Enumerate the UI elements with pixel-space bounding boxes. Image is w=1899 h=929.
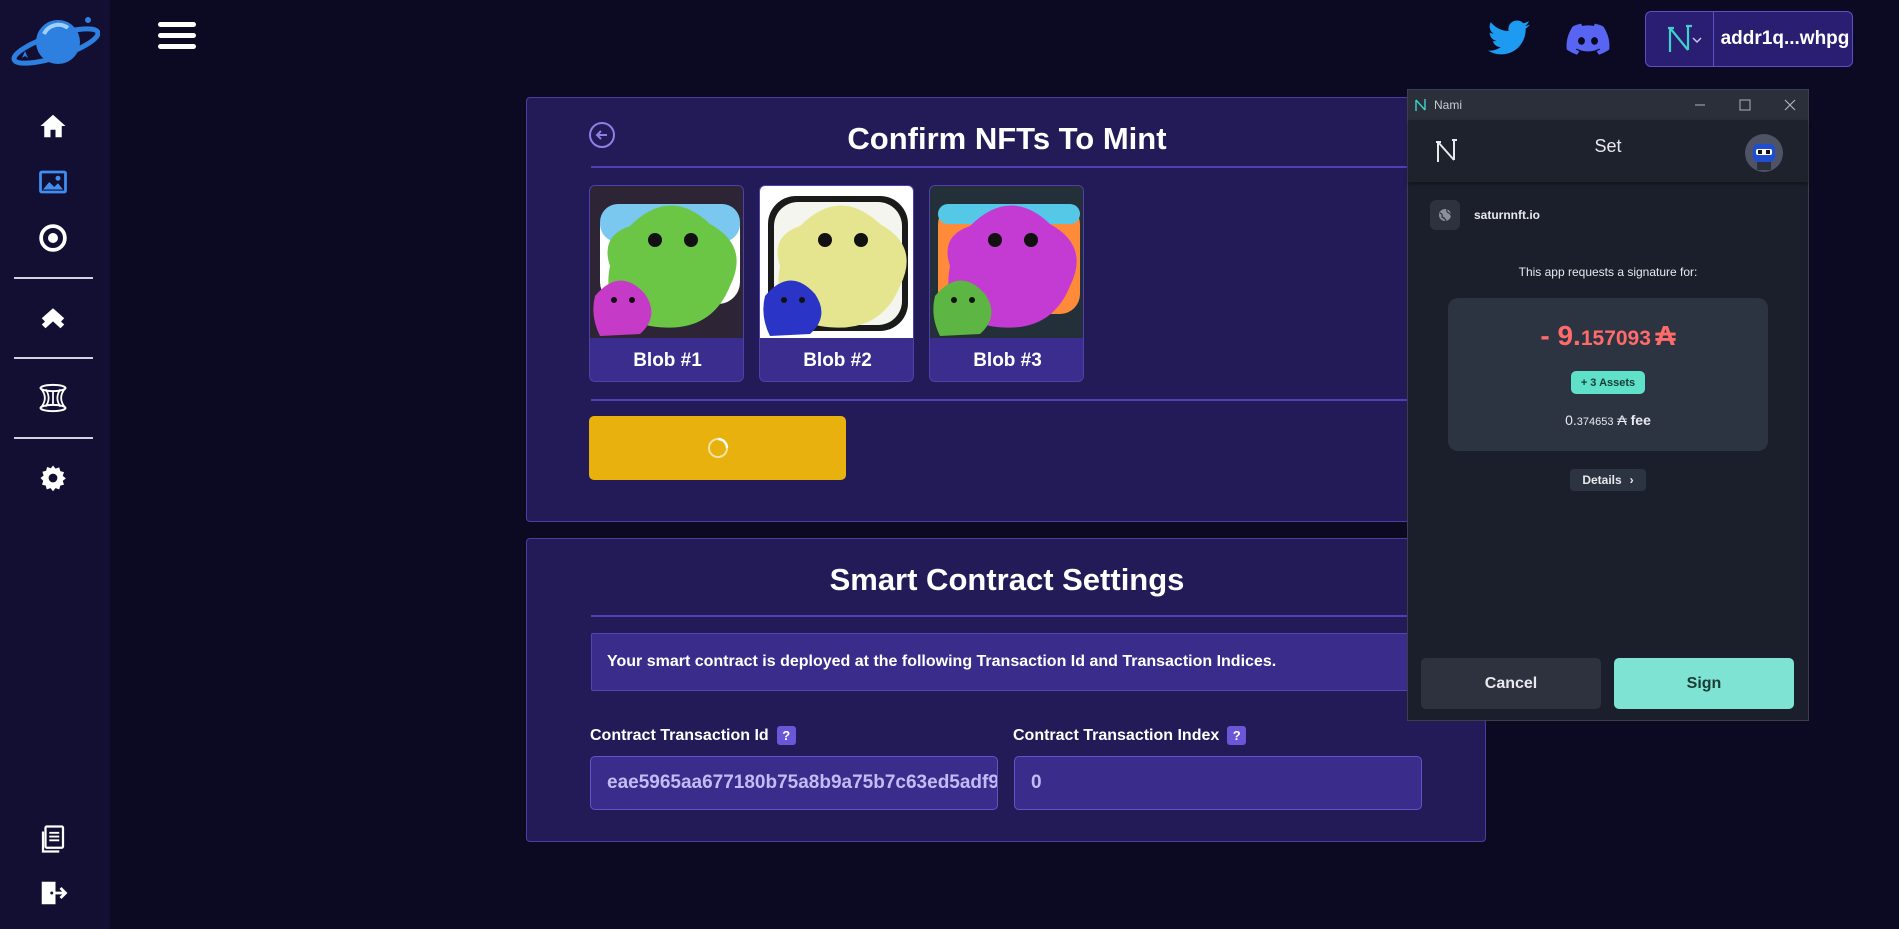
sign-button[interactable]: Sign <box>1614 658 1794 709</box>
wallet-connect-button[interactable]: addr1q...whpg <box>1645 11 1853 67</box>
help-icon[interactable]: ? <box>1227 726 1247 745</box>
requesting-site: saturnnft.io <box>1430 200 1540 230</box>
help-icon[interactable]: ? <box>776 726 796 745</box>
amount-decimals: 157093 <box>1580 327 1651 350</box>
minimize-icon[interactable] <box>1691 96 1709 114</box>
nami-icon <box>1415 99 1426 111</box>
contract-info-text: Your smart contract is deployed at the f… <box>607 653 1277 670</box>
double-chevron-up-icon[interactable] <box>36 300 70 334</box>
site-name: saturnnft.io <box>1474 208 1540 222</box>
contract-info-banner: Your smart contract is deployed at the f… <box>591 633 1487 691</box>
menu-icon[interactable] <box>158 22 196 54</box>
gear-icon[interactable] <box>36 461 70 495</box>
chevron-right-icon: › <box>1629 473 1634 487</box>
globe-icon <box>1430 200 1460 230</box>
twitter-icon[interactable] <box>1484 16 1534 62</box>
cancel-button[interactable]: Cancel <box>1421 658 1601 709</box>
details-label: Details <box>1582 473 1622 487</box>
smart-contract-panel: Smart Contract Settings Your smart contr… <box>526 538 1487 842</box>
tx-index-input[interactable] <box>1014 756 1422 810</box>
window-title: Nami <box>1434 98 1463 112</box>
sidebar <box>0 0 110 929</box>
nami-header: Set <box>1408 120 1808 182</box>
tx-index-label-text: Contract Transaction Index <box>1013 726 1220 744</box>
amount-integer: - 9. <box>1540 320 1581 351</box>
confirm-nfts-panel: Confirm NFTs To Mint Blob #1 Blob #2 Blo… <box>526 97 1487 522</box>
nft-label: Blob #2 <box>803 349 872 371</box>
title-divider <box>591 615 1487 617</box>
section-title: Smart Contract Settings <box>829 562 1185 597</box>
chevron-down-icon <box>1692 37 1702 44</box>
fee-value: 0.374653 ₳ fee <box>1448 412 1768 428</box>
tx-id-label: Contract Transaction Id ? <box>590 726 796 745</box>
saturn-logo-icon[interactable] <box>8 12 100 74</box>
title-divider <box>591 166 1487 168</box>
document-icon[interactable] <box>36 822 70 856</box>
tx-id-input[interactable] <box>590 756 998 810</box>
window-titlebar[interactable]: Nami <box>1408 90 1808 120</box>
image-icon[interactable] <box>36 165 70 199</box>
nft-image <box>590 186 743 338</box>
amount-value: - 9.157093 ₳ <box>1448 320 1768 352</box>
nft-image <box>930 186 1083 338</box>
logout-icon[interactable] <box>36 876 70 910</box>
fee-integer: 0. <box>1565 412 1577 428</box>
hyperboloid-icon[interactable] <box>36 381 70 415</box>
request-text: This app requests a signature for: <box>1518 265 1698 279</box>
nft-label: Blob #1 <box>633 349 702 371</box>
avatar[interactable] <box>1745 134 1783 172</box>
nami-wallet-window: Nami Set saturnnft.io This app requests … <box>1407 89 1809 721</box>
ada-icon: ₳ <box>1655 320 1676 351</box>
fee-label: fee <box>1630 412 1651 428</box>
sidebar-divider <box>14 437 93 439</box>
nft-label: Blob #3 <box>973 349 1042 371</box>
nft-card[interactable]: Blob #1 <box>589 185 744 382</box>
section-divider <box>591 399 1487 401</box>
nft-card[interactable]: Blob #2 <box>759 185 914 382</box>
wallet-selector[interactable] <box>1646 12 1714 66</box>
tx-index-label: Contract Transaction Index ? <box>1013 726 1247 745</box>
assets-badge[interactable]: + 3 Assets <box>1571 371 1645 394</box>
wallet-address: addr1q...whpg <box>1720 28 1850 49</box>
mint-button[interactable] <box>589 416 846 480</box>
nami-icon <box>1667 24 1692 52</box>
ada-icon: ₳ <box>1617 412 1627 428</box>
target-icon[interactable] <box>36 221 70 255</box>
tx-id-label-text: Contract Transaction Id <box>590 726 769 744</box>
fee-decimals: 374653 <box>1576 416 1614 428</box>
maximize-icon[interactable] <box>1736 96 1754 114</box>
details-button[interactable]: Details › <box>1570 469 1646 491</box>
close-icon[interactable] <box>1781 96 1799 114</box>
home-icon[interactable] <box>36 109 70 143</box>
sidebar-divider <box>14 357 93 359</box>
loading-spinner-icon <box>707 437 728 458</box>
amount-box: - 9.157093 ₳ + 3 Assets 0.374653 ₳ fee <box>1448 298 1768 451</box>
sidebar-divider <box>14 277 93 279</box>
nft-card[interactable]: Blob #3 <box>929 185 1084 382</box>
page-title: Confirm NFTs To Mint <box>847 121 1167 156</box>
nft-image <box>760 186 913 338</box>
discord-icon[interactable] <box>1563 16 1613 62</box>
